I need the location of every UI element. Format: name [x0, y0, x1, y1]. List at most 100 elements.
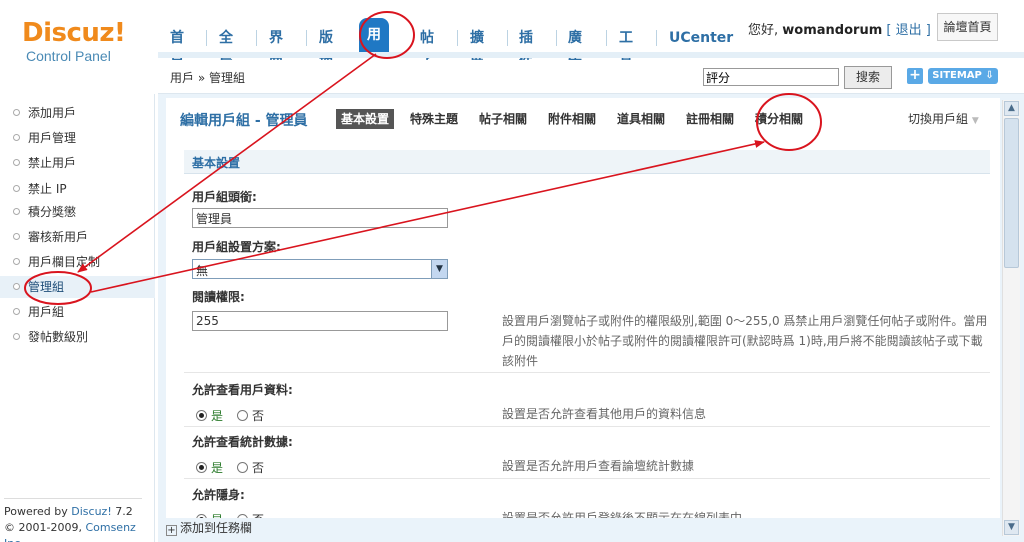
sidebar-item-label: 管理組: [28, 280, 65, 294]
bullet-icon: [13, 208, 20, 215]
breadcrumb: 用戶 » 管理組: [170, 71, 245, 85]
bullet-icon: [13, 283, 20, 290]
forum-home-button[interactable]: 論壇首頁: [937, 13, 998, 41]
tab-special-threads[interactable]: 特殊主題: [405, 109, 463, 129]
view-stats-label: 允許查看統計數據:: [192, 435, 293, 449]
nav-plugins[interactable]: 插件: [515, 26, 537, 70]
scheme-select[interactable]: 無 ▼: [192, 259, 448, 279]
nav-global[interactable]: 全局: [215, 26, 237, 70]
sidebar-item-user-manage[interactable]: 用戶管理: [0, 127, 155, 149]
view-profile-radios: 是否: [196, 407, 264, 424]
sidebar-item-admin-groups[interactable]: 管理組: [0, 276, 155, 298]
radio-yes[interactable]: [196, 462, 207, 473]
tab-posts[interactable]: 帖子相關: [474, 109, 532, 129]
radio-no-label: 否: [252, 513, 264, 518]
scroll-thumb[interactable]: [1004, 118, 1019, 268]
nav-forums[interactable]: 版塊: [315, 26, 337, 70]
invisible-radios: 是否: [196, 511, 264, 518]
sidebar-item-label: 添加用戶: [28, 106, 77, 120]
nav-ads[interactable]: 廣告: [564, 26, 586, 70]
bullet-icon: [13, 185, 20, 192]
sidebar-item-user-groups[interactable]: 用戶組: [0, 301, 155, 323]
sidebar-item-post-ranks[interactable]: 發帖數級別: [0, 326, 155, 348]
radio-no[interactable]: [237, 514, 249, 518]
nav-interface[interactable]: 界面: [265, 26, 287, 70]
sidebar-item-label: 積分獎懲: [28, 205, 77, 219]
switch-group-dropdown[interactable]: 切換用戶組 ▼: [908, 110, 979, 127]
nav-separator: [457, 30, 458, 46]
search-button[interactable]: 搜索: [844, 66, 892, 89]
bullet-icon: [13, 333, 20, 340]
add-shortcut-icon[interactable]: +: [907, 68, 923, 84]
logo-sub: Control Panel: [26, 48, 111, 64]
divider: [184, 426, 990, 427]
nav-underline: [158, 52, 1024, 58]
bullet-icon: [13, 134, 20, 141]
bullet-icon: [13, 308, 20, 315]
nav-users[interactable]: 用戶: [359, 18, 389, 77]
sidebar-item-add-user[interactable]: 添加用戶: [0, 102, 155, 124]
breadcrumb-bar: 用戶 » 管理組 搜索 + SITEMAP ⇩: [158, 60, 1024, 94]
invisible-hint: 設置是否允許用戶登錄後不顯示在在線列表中: [502, 511, 743, 518]
invisible-label: 允許隱身:: [192, 488, 245, 502]
radio-no-label: 否: [252, 461, 265, 475]
sidebar-item-label: 禁止用戶: [28, 156, 77, 170]
sidebar: 添加用戶 用戶管理 禁止用戶 禁止 IP 積分獎懲 審核新用戶 用戶欄目定制 管…: [0, 94, 155, 542]
nav-threads[interactable]: 帖子: [416, 26, 438, 70]
discuz-link[interactable]: Discuz!: [71, 505, 111, 518]
copyright-prefix: © 2001-2009,: [4, 521, 86, 534]
logout-link[interactable]: [ 退出 ]: [886, 23, 930, 38]
tab-attachments[interactable]: 附件相關: [543, 109, 601, 129]
logo-main: Discuz!: [22, 18, 126, 48]
read-permission-label: 閱讀權限:: [192, 290, 245, 304]
nav-ucenter[interactable]: UCenter: [665, 26, 737, 50]
user-info: 您好, womandorum [ 退出 ]: [748, 19, 931, 38]
radio-no[interactable]: [237, 410, 249, 421]
sidebar-item-ban-user[interactable]: 禁止用戶: [0, 152, 155, 174]
sidebar-item-ban-ip[interactable]: 禁止 IP: [0, 178, 155, 200]
sidebar-item-label: 發帖數級別: [28, 330, 89, 344]
sidebar-item-user-fields[interactable]: 用戶欄目定制: [0, 251, 155, 273]
sidebar-item-credits[interactable]: 積分獎懲: [0, 201, 155, 223]
add-to-taskbar[interactable]: + 添加到任務欄: [166, 519, 252, 536]
powered-prefix: Powered by: [4, 505, 72, 518]
sidebar-item-label: 用戶欄目定制: [28, 255, 101, 269]
nav-separator: [606, 30, 607, 46]
radio-yes-label: 是: [211, 461, 224, 475]
bullet-icon: [13, 258, 20, 265]
scroll-up-icon[interactable]: ▲: [1004, 101, 1019, 116]
read-permission-hint: 設置用戶瀏覽帖子或附件的權限級別,範圍 0～255,0 爲禁止用戶瀏覽任何帖子或…: [502, 314, 988, 368]
version: 7.2: [111, 505, 133, 518]
sitemap-button[interactable]: SITEMAP ⇩: [928, 68, 998, 84]
tab-credits[interactable]: 積分相關: [750, 109, 808, 129]
radio-yes-label: 是: [211, 513, 223, 518]
radio-no[interactable]: [237, 462, 249, 473]
chevron-down-icon: ▼: [431, 260, 447, 278]
radio-yes-label: 是: [211, 409, 224, 423]
nav-extensions[interactable]: 擴展: [466, 26, 488, 70]
view-stats-radios: 是否: [196, 459, 264, 476]
tab-register[interactable]: 註冊相關: [681, 109, 739, 129]
vertical-scrollbar[interactable]: ▲ ▼: [1002, 100, 1020, 536]
bullet-icon: [13, 159, 20, 166]
username: womandorum: [782, 23, 883, 38]
search-input[interactable]: [703, 68, 839, 86]
tab-basic[interactable]: 基本設置: [336, 109, 395, 129]
radio-yes[interactable]: [196, 410, 207, 421]
view-stats-hint: 設置是否允許用戶查看論壇統計數據: [502, 459, 695, 473]
sidebar-item-moderate-users[interactable]: 審核新用戶: [0, 226, 155, 248]
scroll-down-icon[interactable]: ▼: [1004, 520, 1019, 535]
nav-separator: [507, 30, 508, 46]
chevron-down-icon: ▼: [971, 116, 979, 126]
section-header: 基本設置: [184, 150, 990, 174]
group-title-input[interactable]: [192, 208, 448, 228]
plus-icon: +: [166, 525, 177, 536]
nav-tools[interactable]: 工具: [615, 26, 637, 70]
radio-yes[interactable]: [196, 514, 207, 518]
nav-home[interactable]: 首頁: [166, 26, 188, 70]
nav-separator: [656, 30, 657, 46]
tab-magics[interactable]: 道具相關: [612, 109, 670, 129]
read-permission-input[interactable]: [192, 311, 448, 331]
scheme-label: 用戶組設置方案:: [192, 240, 281, 254]
section-title: 基本設置: [192, 156, 241, 170]
